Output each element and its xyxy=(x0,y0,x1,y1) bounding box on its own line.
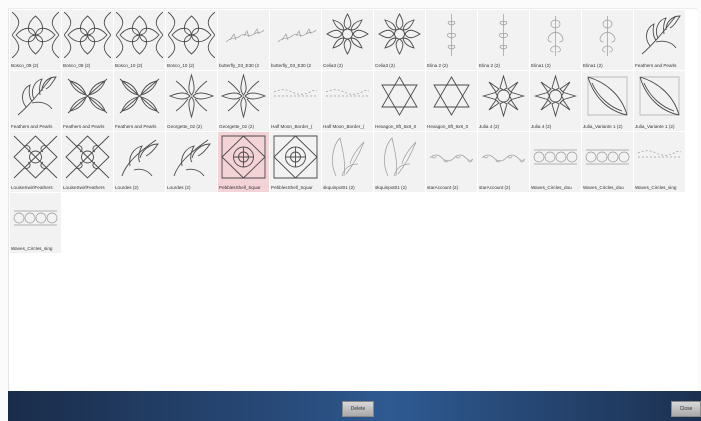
pattern-tile[interactable]: butterfly_03_E30 (2 xyxy=(270,10,321,70)
pattern-label: Bosco_10 (2) xyxy=(115,63,143,68)
pattern-label: Georgette_02 (2) xyxy=(219,124,254,129)
pattern-tile[interactable]: starAccount (2) xyxy=(426,132,477,192)
pattern-tile[interactable]: Julia_Variante 1 (2) xyxy=(582,71,633,131)
pattern-tile[interactable]: Julia 4 (2) xyxy=(478,71,529,131)
pattern-label: Waves_Circles_sing xyxy=(635,185,677,190)
pattern-tile[interactable]: LouiseSwirlFeathers xyxy=(10,132,61,192)
pattern-tile[interactable]: Waves_Circles_dou xyxy=(582,132,633,192)
pattern-tile[interactable]: Feathers and Pearls xyxy=(62,71,113,131)
pattern-label: skquinpot01 (2) xyxy=(323,185,355,190)
pattern-label: LouiseSwirlFeathers xyxy=(11,185,53,190)
pattern-label: Julia 4 (2) xyxy=(531,124,552,129)
pattern-label: Waves_Circles_dou xyxy=(531,185,572,190)
pattern-tile[interactable]: Feathers and Pearls xyxy=(114,71,165,131)
pattern-label: Celia3 (2) xyxy=(323,63,343,68)
pattern-tile[interactable]: Elina1 (2) xyxy=(582,10,633,70)
pattern-tile[interactable]: Elina 2 (2) xyxy=(426,10,477,70)
pattern-label: Julia 4 (2) xyxy=(479,124,500,129)
pattern-tile[interactable]: Waves_Circles_dou xyxy=(530,132,581,192)
pattern-tile[interactable]: Julia_Variante 1 (2) xyxy=(634,71,685,131)
pattern-tile[interactable]: PebblesShell_Squar xyxy=(218,132,269,192)
pattern-label: Feathers and Pearls xyxy=(11,124,53,129)
pattern-label: Hexagon_8ft_6x8_0 xyxy=(375,124,417,129)
pattern-tile[interactable]: Elina1 (2) xyxy=(530,10,581,70)
pattern-label: Hexagon_8ft_6x8_0 xyxy=(427,124,469,129)
pattern-label: Feathers and Pearls xyxy=(635,63,677,68)
pattern-label: starAccount (2) xyxy=(427,185,459,190)
pattern-label: PebblesShell_Squar xyxy=(219,185,261,190)
pattern-tile[interactable]: Celia3 (2) xyxy=(322,10,373,70)
pattern-tile[interactable]: Celia3 (2) xyxy=(374,10,425,70)
pattern-label: Bosco_08 (2) xyxy=(63,63,91,68)
pattern-label: Half Moon_Border_( xyxy=(323,124,365,129)
pattern-label: Waves_Circles_dou xyxy=(583,185,624,190)
pattern-tile[interactable]: Hexagon_8ft_6x8_0 xyxy=(426,71,477,131)
pattern-label: Georgette_02 (2) xyxy=(167,124,202,129)
pattern-label: Elina 2 (2) xyxy=(427,63,448,68)
pattern-tile[interactable]: Bosco_10 (2) xyxy=(114,10,165,70)
pattern-tile[interactable]: Georgette_02 (2) xyxy=(166,71,217,131)
pattern-label: starAccount (2) xyxy=(479,185,511,190)
pattern-tile[interactable]: Lourdes (2) xyxy=(114,132,165,192)
pattern-label: Feathers and Pearls xyxy=(63,124,105,129)
pattern-label: Elina1 (2) xyxy=(583,63,603,68)
pattern-label: Lourdes (2) xyxy=(167,185,191,190)
delete-button[interactable]: Delete xyxy=(342,401,374,417)
pattern-tile[interactable]: skquinpot01 (2) xyxy=(322,132,373,192)
pattern-label: PebblesShell_Squar xyxy=(271,185,313,190)
pattern-label: Julia_Variante 1 (2) xyxy=(583,124,623,129)
pattern-label: skquinpot01 (2) xyxy=(375,185,407,190)
pattern-tile[interactable]: skquinpot01 (2) xyxy=(374,132,425,192)
pattern-tile[interactable]: Georgette_02 (2) xyxy=(218,71,269,131)
pattern-label: Lourdes (2) xyxy=(115,185,139,190)
pattern-tile[interactable]: Half Moon_Border_( xyxy=(322,71,373,131)
pattern-tile[interactable]: butterfly_03_E30 (2 xyxy=(218,10,269,70)
pattern-tile[interactable]: Bosco_10 (2) xyxy=(166,10,217,70)
pattern-tile[interactable]: Feathers and Pearls xyxy=(634,10,685,70)
pattern-tile[interactable]: Hexagon_8ft_6x8_0 xyxy=(374,71,425,131)
pattern-label: Elina1 (2) xyxy=(531,63,551,68)
pattern-tile[interactable]: Waves_Circles_sing xyxy=(634,132,685,192)
pattern-label: Julia_Variante 1 (2) xyxy=(635,124,675,129)
pattern-tile[interactable]: Bosco_08 (2) xyxy=(62,10,113,70)
pattern-tile[interactable]: Bosco_08 (2) xyxy=(10,10,61,70)
pattern-tile[interactable]: Waves_Circles_sing xyxy=(10,193,61,253)
pattern-label: Bosco_08 (2) xyxy=(11,63,39,68)
pattern-label: Celia3 (2) xyxy=(375,63,395,68)
pattern-label: Elina 2 (2) xyxy=(479,63,500,68)
pattern-label: Half Moon_Border_( xyxy=(271,124,313,129)
pattern-label: Waves_Circles_sing xyxy=(11,246,53,251)
pattern-browser: Bosco_08 (2) Bosco_08 (2) Bosco_10 (2) B… xyxy=(8,8,697,392)
pattern-tile[interactable]: PebblesShell_Squar xyxy=(270,132,321,192)
pattern-label: Bosco_10 (2) xyxy=(167,63,195,68)
pattern-label: butterfly_03_E30 (2 xyxy=(219,63,260,68)
pattern-tile[interactable]: Julia 4 (2) xyxy=(530,71,581,131)
pattern-tile[interactable]: Lourdes (2) xyxy=(166,132,217,192)
pattern-label: butterfly_03_E30 (2 xyxy=(271,63,312,68)
pattern-label: LouiseSwirlFeathers xyxy=(63,185,105,190)
close-button[interactable]: Close xyxy=(671,401,701,417)
pattern-grid: Bosco_08 (2) Bosco_08 (2) Bosco_10 (2) B… xyxy=(10,10,685,253)
pattern-tile[interactable]: starAccount (2) xyxy=(478,132,529,192)
pattern-tile[interactable]: Elina 2 (2) xyxy=(478,10,529,70)
pattern-tile[interactable]: Feathers and Pearls xyxy=(10,71,61,131)
pattern-label: Feathers and Pearls xyxy=(115,124,157,129)
pattern-tile[interactable]: LouiseSwirlFeathers xyxy=(62,132,113,192)
bottom-toolbar: Delete Close xyxy=(8,391,701,421)
pattern-tile[interactable]: Half Moon_Border_( xyxy=(270,71,321,131)
